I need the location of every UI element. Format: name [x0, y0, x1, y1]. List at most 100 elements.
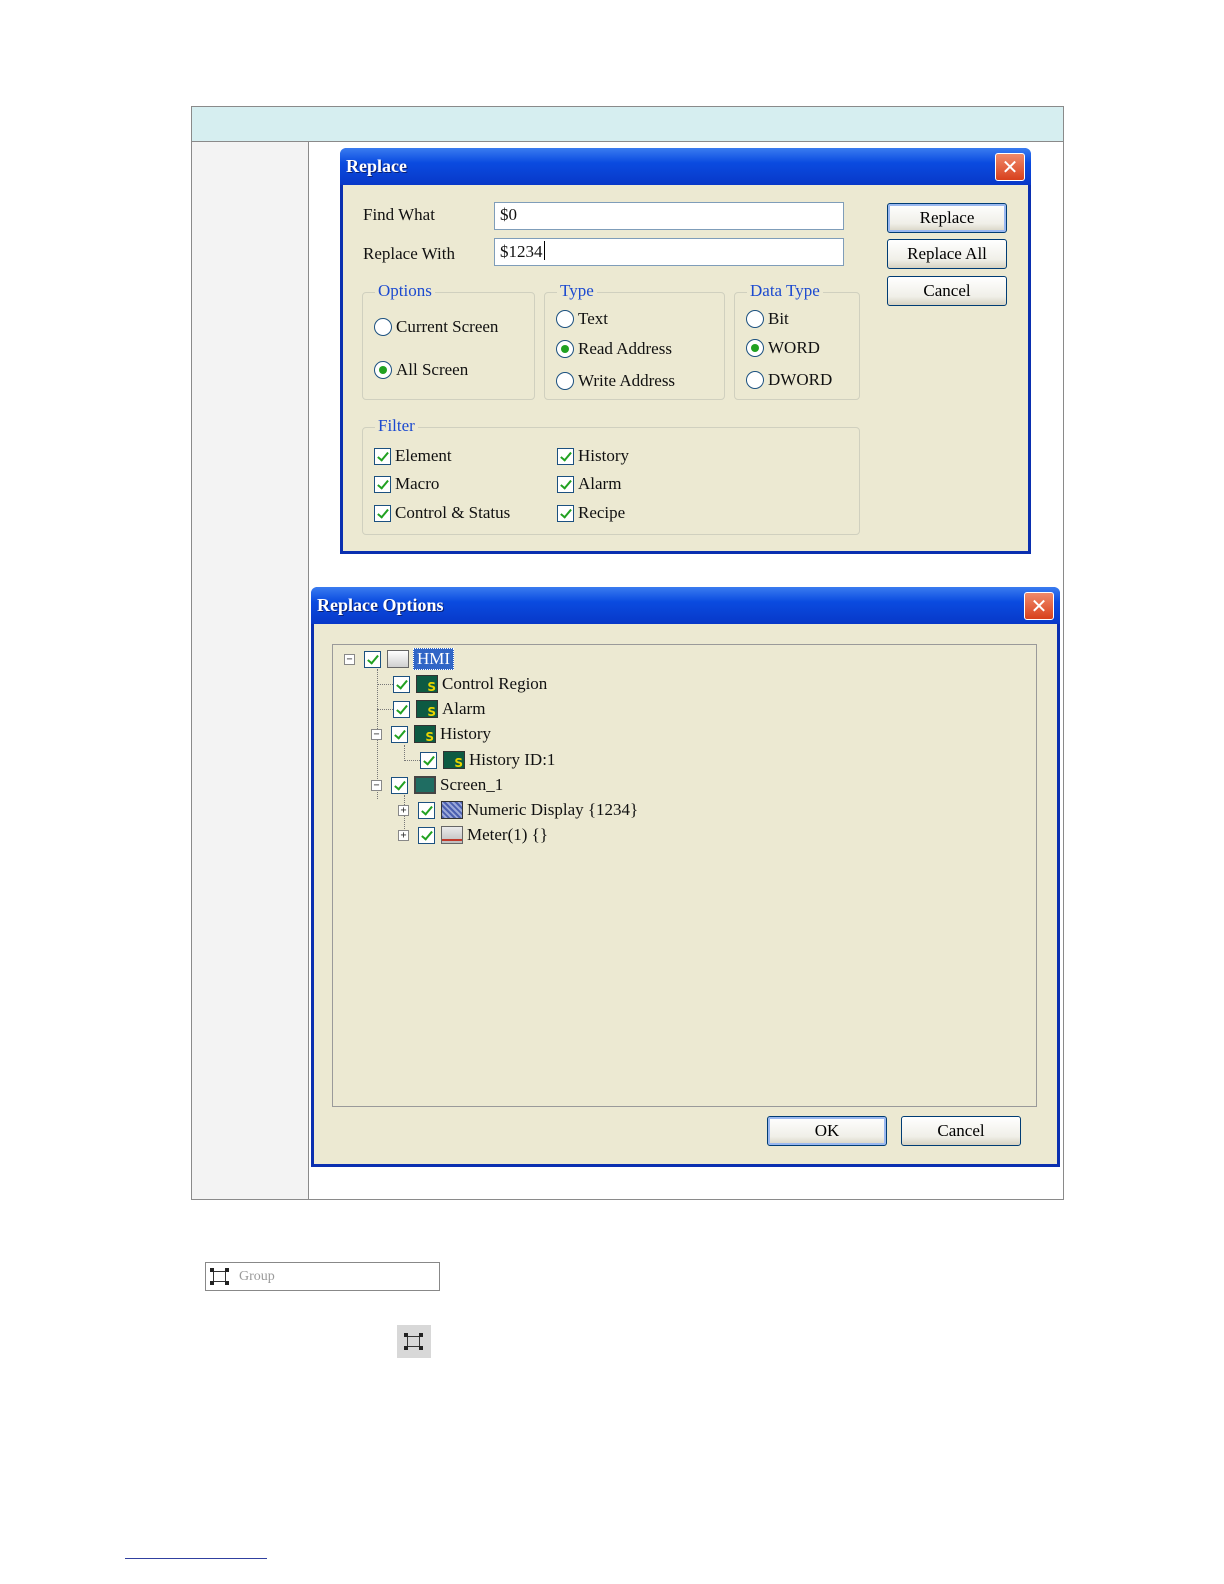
table-left-column — [192, 142, 309, 1199]
checkbox-checked-icon[interactable] — [393, 675, 410, 693]
find-what-value: $0 — [500, 205, 517, 224]
bit-label: Bit — [768, 309, 789, 328]
tree-node-screen[interactable]: − Screen_1 — [371, 774, 503, 796]
tree-node-history-id[interactable]: History ID:1 — [420, 749, 555, 771]
word-radio[interactable]: WORD — [746, 338, 820, 358]
tree-node-label: History ID:1 — [469, 750, 556, 769]
tree-node-hmi[interactable]: − HMI — [344, 648, 455, 670]
numeric-display-icon — [441, 801, 463, 819]
options-legend: Options — [375, 281, 435, 301]
filter-control-status-checkbox[interactable]: Control & Status — [374, 503, 510, 523]
checkbox-checked-icon — [557, 504, 574, 522]
type-text-radio[interactable]: Text — [556, 309, 608, 329]
setting-s-icon — [443, 751, 465, 770]
tree-node-meter[interactable]: + Meter(1) {} — [398, 824, 548, 846]
checkbox-checked-icon[interactable] — [418, 801, 435, 819]
radio-selected-icon — [374, 361, 392, 379]
filter-recipe-checkbox[interactable]: Recipe — [557, 503, 625, 523]
expand-icon[interactable]: + — [398, 829, 409, 841]
radio-icon — [556, 310, 574, 328]
collapse-icon[interactable]: − — [371, 779, 382, 791]
radio-icon — [556, 372, 574, 390]
radio-selected-icon — [556, 340, 574, 358]
replace-dialog-titlebar[interactable]: Replace ✕ — [340, 148, 1031, 185]
meter-icon — [441, 826, 463, 844]
find-what-label: Find What — [363, 205, 435, 224]
collapse-icon[interactable]: − — [371, 728, 382, 740]
filter-macro-label: Macro — [395, 474, 440, 493]
tree-node-label: Meter(1) {} — [467, 825, 548, 844]
element-tree[interactable]: − HMI Control Region Alarm − History — [332, 644, 1037, 1107]
all-screen-label: All Screen — [396, 360, 469, 379]
tree-node-label: Control Region — [442, 674, 548, 693]
tree-node-label: History — [440, 724, 491, 743]
checkbox-checked-icon[interactable] — [420, 751, 437, 769]
replace-options-titlebar[interactable]: Replace Options ✕ — [311, 587, 1060, 624]
replace-with-value: $1234 — [500, 242, 543, 261]
dword-label: DWORD — [768, 370, 833, 389]
tree-connector — [404, 745, 405, 761]
tree-node-numeric-display[interactable]: + Numeric Display {1234} — [398, 799, 638, 821]
find-what-input[interactable]: $0 — [494, 202, 844, 230]
checkbox-checked-icon[interactable] — [391, 776, 408, 794]
tree-node-alarm[interactable]: Alarm — [393, 698, 485, 720]
checkbox-checked-icon — [374, 475, 391, 493]
tree-node-history[interactable]: − History — [371, 723, 491, 745]
replace-all-button[interactable]: Replace All — [887, 239, 1007, 269]
radio-icon — [374, 318, 392, 336]
filter-element-label: Element — [395, 446, 452, 465]
group-icon — [209, 1267, 231, 1287]
dword-radio[interactable]: DWORD — [746, 370, 832, 390]
table-header-band — [192, 107, 1063, 142]
group-toolbar-button[interactable] — [397, 1325, 431, 1358]
cancel-button[interactable]: Cancel — [887, 276, 1007, 306]
filter-element-checkbox[interactable]: Element — [374, 446, 452, 466]
replace-button[interactable]: Replace — [887, 203, 1007, 233]
write-address-radio[interactable]: Write Address — [556, 371, 675, 391]
all-screen-radio[interactable]: All Screen — [374, 360, 468, 380]
options-cancel-button[interactable]: Cancel — [901, 1116, 1021, 1146]
filter-macro-checkbox[interactable]: Macro — [374, 474, 439, 494]
hmi-icon — [387, 650, 409, 668]
filter-history-checkbox[interactable]: History — [557, 446, 629, 466]
replace-options-title: Replace Options — [317, 595, 444, 615]
read-address-radio[interactable]: Read Address — [556, 339, 672, 359]
replace-dialog: Replace ✕ Find What $0 Replace With $123… — [340, 148, 1031, 554]
tree-node-label: Numeric Display {1234} — [467, 800, 639, 819]
data-type-group: Data Type Bit WORD DWORD — [734, 281, 860, 400]
replace-with-label: Replace With — [363, 244, 455, 263]
current-screen-radio[interactable]: Current Screen — [374, 317, 498, 337]
checkbox-checked-icon[interactable] — [364, 650, 381, 668]
read-address-label: Read Address — [578, 339, 672, 358]
ok-button[interactable]: OK — [767, 1116, 887, 1146]
data-type-legend: Data Type — [747, 281, 823, 301]
tree-node-control-region[interactable]: Control Region — [393, 673, 547, 695]
bit-radio[interactable]: Bit — [746, 309, 789, 329]
replace-dialog-title: Replace — [346, 156, 407, 176]
replace-options-body: − HMI Control Region Alarm − History — [314, 624, 1057, 1164]
options-group: Options Current Screen All Screen — [362, 281, 535, 400]
radio-selected-icon — [746, 339, 764, 357]
replace-dialog-body: Find What $0 Replace With $1234 Replace … — [343, 185, 1028, 551]
group-icon — [403, 1332, 425, 1352]
radio-icon — [746, 310, 764, 328]
collapse-icon[interactable]: − — [344, 653, 355, 665]
setting-s-icon — [414, 725, 436, 744]
close-icon[interactable]: ✕ — [995, 152, 1025, 181]
replace-options-dialog: Replace Options ✕ − HMI Control Region — [311, 587, 1060, 1167]
replace-with-input[interactable]: $1234 — [494, 238, 844, 266]
checkbox-checked-icon[interactable] — [418, 826, 435, 844]
setting-s-icon — [416, 675, 438, 694]
screen-icon — [414, 776, 436, 794]
current-screen-label: Current Screen — [396, 317, 499, 336]
filter-alarm-checkbox[interactable]: Alarm — [557, 474, 621, 494]
setting-s-icon — [416, 700, 438, 719]
checkbox-checked-icon — [557, 447, 574, 465]
tree-node-label: Alarm — [442, 699, 486, 718]
type-text-label: Text — [578, 309, 608, 328]
checkbox-checked-icon[interactable] — [393, 700, 410, 718]
expand-icon[interactable]: + — [398, 804, 409, 816]
checkbox-checked-icon[interactable] — [391, 725, 408, 743]
group-menu-item[interactable]: Group — [205, 1262, 440, 1291]
close-icon[interactable]: ✕ — [1024, 591, 1054, 620]
